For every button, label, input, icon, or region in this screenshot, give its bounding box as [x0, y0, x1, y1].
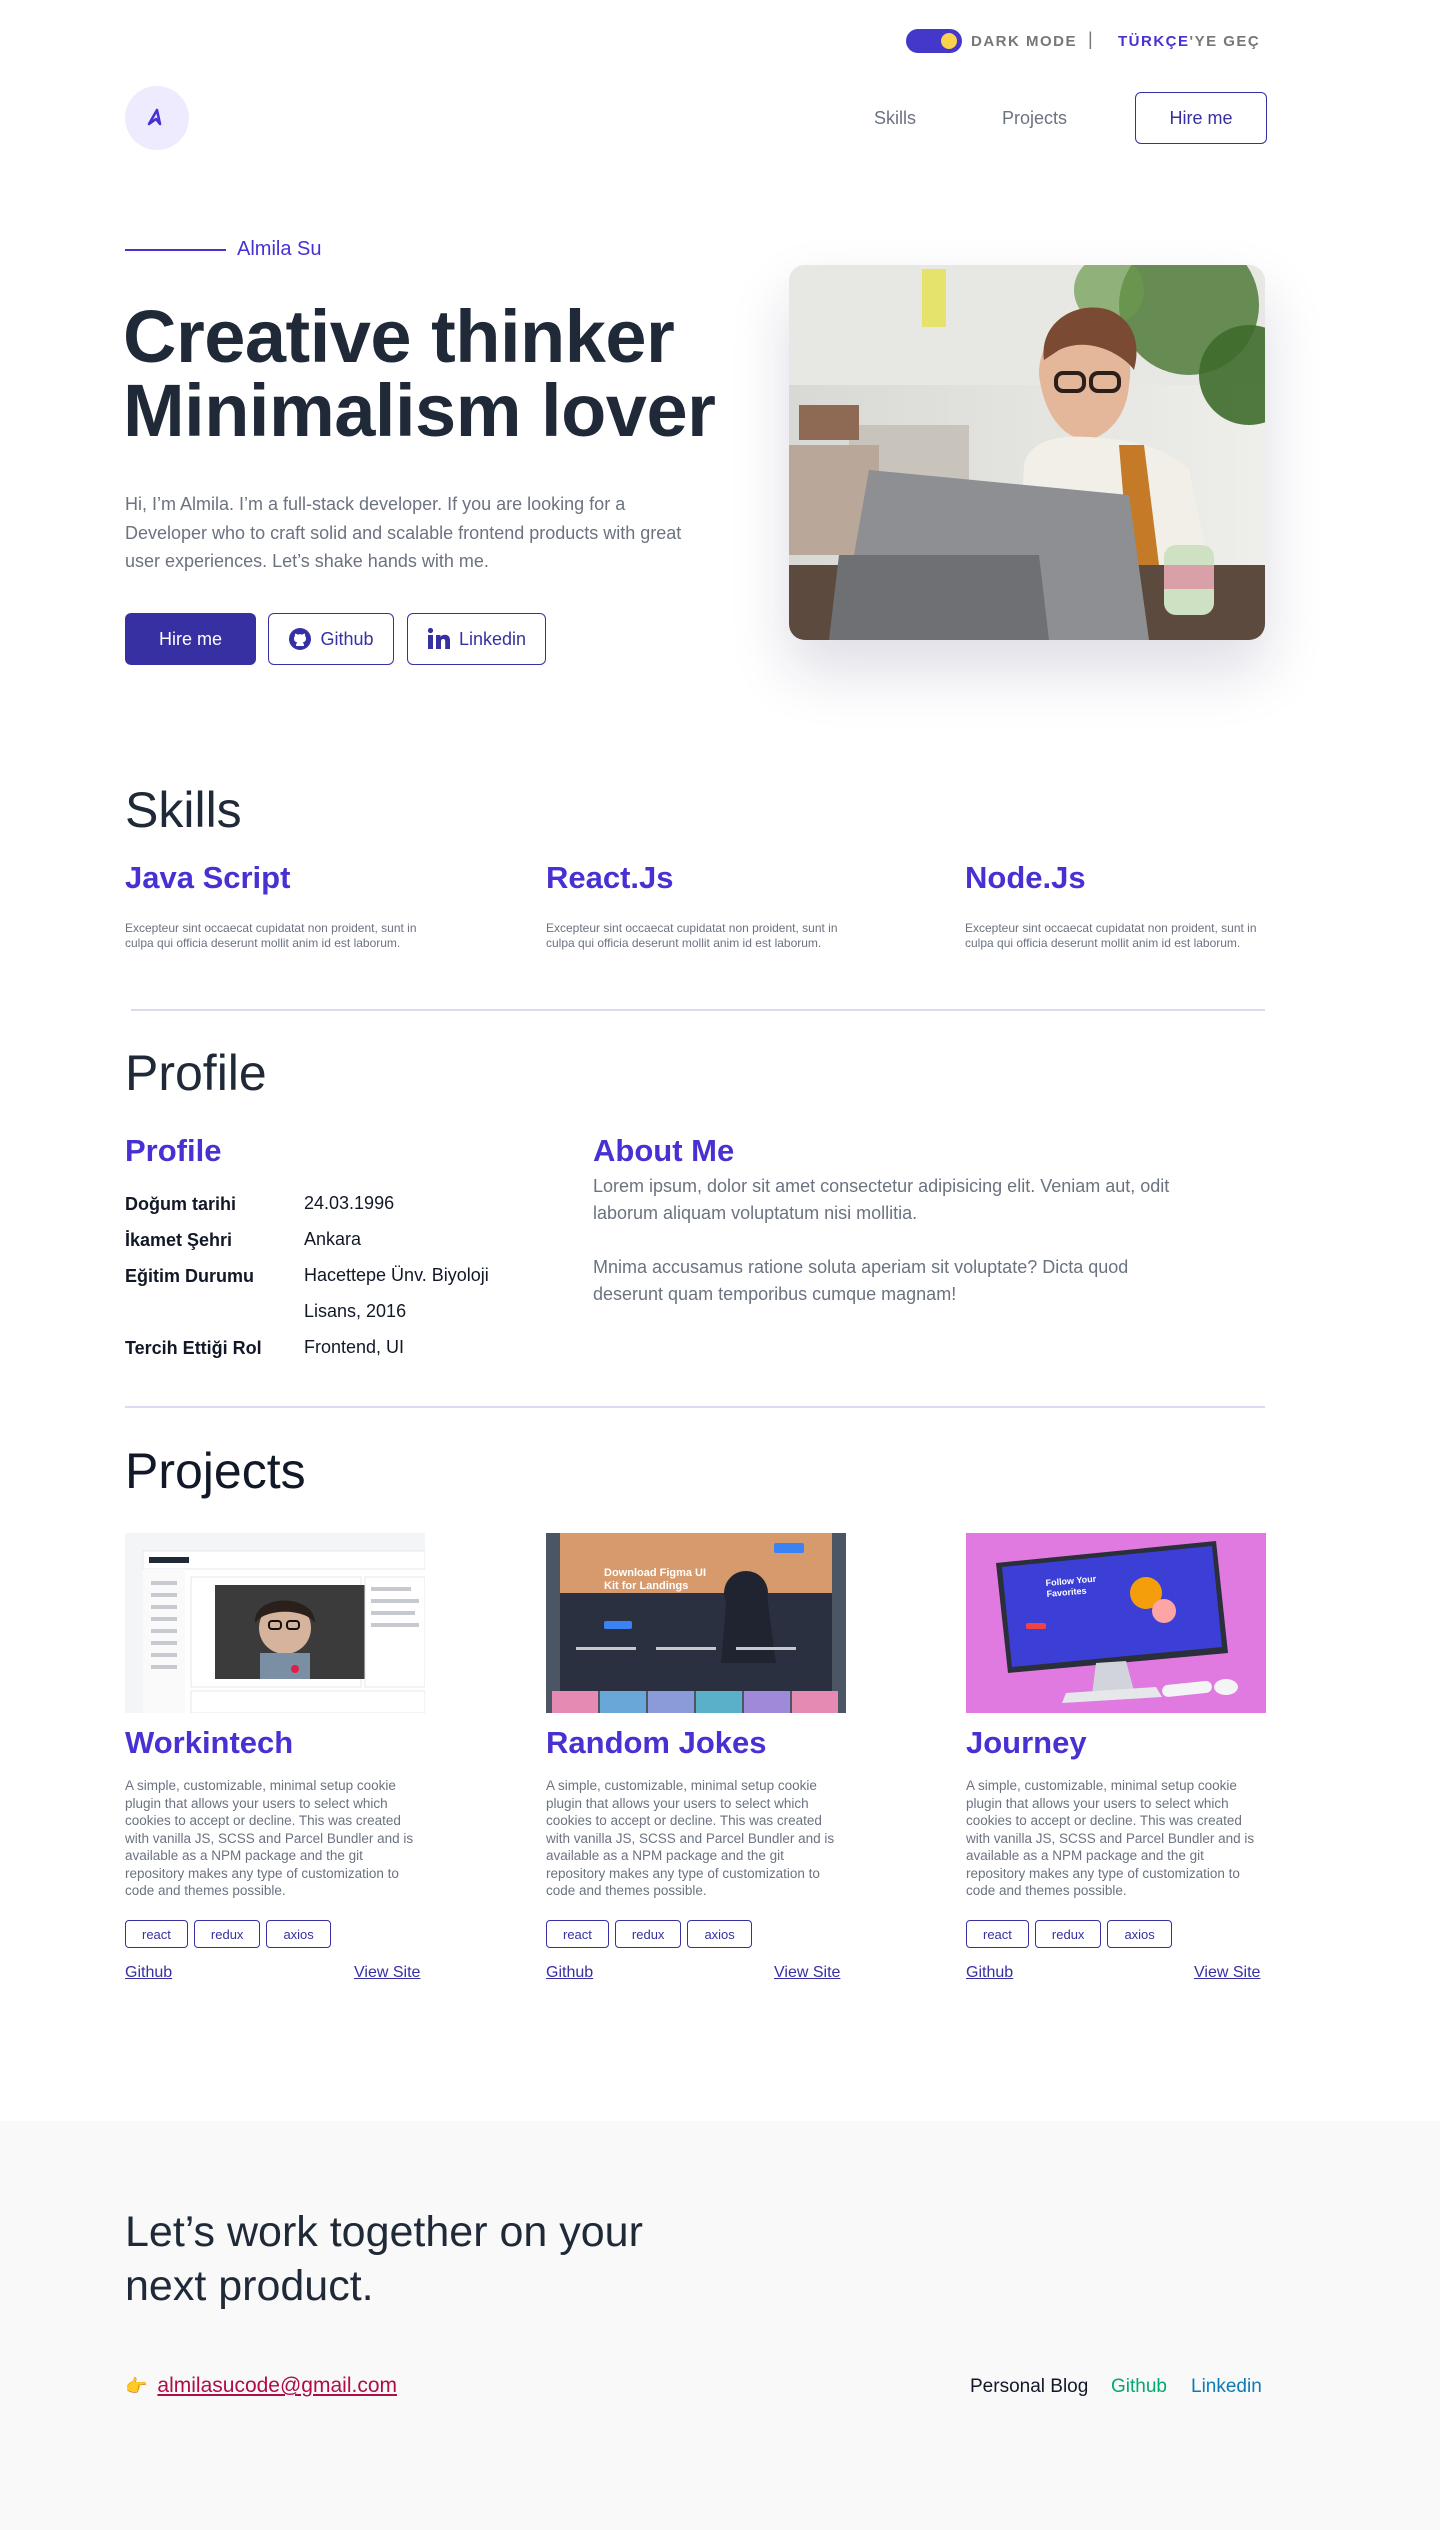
profile-value-education: Hacettepe Ünv. Biyoloji Lisans, 2016	[304, 1265, 489, 1321]
profile-label-education: Eğitim Durumu	[125, 1266, 254, 1286]
project-image	[125, 1533, 425, 1713]
about-paragraph-2: Mnima accusamus ratione soluta aperiam s…	[593, 1257, 1129, 1304]
github-button-label: Github	[320, 628, 374, 649]
project-tag: react	[125, 1920, 188, 1948]
project-tag: redux	[193, 1920, 261, 1948]
about-text: Lorem ipsum, dolor sit amet consectetur …	[593, 1173, 1173, 1308]
project-github-link[interactable]: Github	[546, 1964, 593, 1982]
skill-description: Excepteur sint occaecat cupidatat non pr…	[125, 921, 417, 950]
section-divider	[125, 1406, 1265, 1408]
profile-value-role: Frontend, UI	[304, 1337, 405, 1357]
footer-github-link[interactable]: Github	[1111, 2376, 1167, 2398]
nav-skills-link[interactable]: Skills	[874, 108, 916, 129]
profile-heading: Profile	[125, 1045, 267, 1101]
dark-mode-toggle[interactable]	[906, 29, 962, 53]
logo-icon	[147, 108, 162, 126]
profile-value-city: Ankara	[304, 1229, 362, 1249]
skill-description: Excepteur sint occaecat cupidatat non pr…	[965, 921, 1257, 950]
footer-title: Let’s work together on your next product…	[125, 2208, 643, 2310]
project-view-site-link[interactable]: View Site	[774, 1964, 840, 1982]
hero-linkedin-button[interactable]: Linkedin	[407, 613, 546, 665]
topbar-separator: |	[1088, 29, 1093, 49]
profile-label-role: Tercih Ettiği Rol	[125, 1338, 262, 1358]
project-tag: axios	[1107, 1920, 1172, 1948]
hero-photo	[789, 265, 1265, 640]
email-link[interactable]: almilasucode@gmail.com	[157, 2374, 397, 2398]
project-tag: redux	[614, 1920, 682, 1948]
project-screenshot-workintech	[125, 1533, 425, 1713]
linkedin-icon	[427, 627, 450, 649]
footer-linkedin-link[interactable]: Linkedin	[1191, 2376, 1262, 2398]
hero-github-button[interactable]: Github	[268, 613, 394, 665]
project-image: Download Figma UI Kit for Landings	[546, 1533, 846, 1713]
project-description: A simple, customizable, minimal setup co…	[125, 1778, 414, 1898]
profile-label-birthdate: Doğum tarihi	[125, 1194, 236, 1214]
profile-label-city: İkamet Şehri	[125, 1230, 233, 1250]
skill-title: Java Script	[125, 860, 291, 895]
project-tag: axios	[266, 1920, 331, 1948]
project-title: Journey	[966, 1725, 1087, 1760]
language-switch[interactable]: TÜRKÇE'YE GEÇ	[1118, 33, 1260, 50]
hero-title: Creative thinker Minimalism lover	[123, 300, 716, 448]
skill-title: React.Js	[546, 860, 674, 895]
logo[interactable]	[125, 86, 189, 150]
project-tags: react redux axios	[546, 1920, 752, 1948]
linkedin-button-label: Linkedin	[458, 628, 527, 649]
dark-mode-label: DARK MODE	[971, 33, 1077, 50]
skills-heading: Skills	[125, 782, 242, 838]
hero-hire-button[interactable]: Hire me	[125, 613, 256, 665]
project-view-site-link[interactable]: View Site	[354, 1964, 420, 1982]
footer-blog-link[interactable]: Personal Blog	[970, 2376, 1088, 2398]
project-image: Follow Your Favorites	[966, 1533, 1266, 1713]
project-view-site-link[interactable]: View Site	[1194, 1964, 1260, 1982]
project-tag: react	[966, 1920, 1029, 1948]
hero-description: Hi, I’m Almila. I’m a full-stack develop…	[125, 494, 682, 571]
project-image-caption: Download Figma UI Kit for Landings	[604, 1567, 707, 1592]
top-bar: DARK MODE | TÜRKÇE'YE GEÇ	[0, 24, 1440, 60]
about-paragraph-1: Lorem ipsum, dolor sit amet consectetur …	[593, 1176, 1170, 1223]
hero-title-line1: Creative thinker	[123, 295, 675, 378]
language-rest: 'YE GEÇ	[1189, 33, 1261, 50]
project-tag: axios	[687, 1920, 752, 1948]
email-row: 👉 almilasucode@gmail.com	[125, 2374, 397, 2398]
projects-heading: Projects	[125, 1443, 306, 1499]
profile-value-birthdate: 24.03.1996	[304, 1193, 395, 1213]
hero-title-line2: Minimalism lover	[123, 369, 716, 452]
project-screenshot-random-jokes	[546, 1533, 846, 1713]
hero-name-line	[125, 249, 226, 251]
language-accent: TÜRKÇE	[1118, 33, 1190, 50]
project-tag: react	[546, 1920, 609, 1948]
profile-subheading: Profile	[125, 1133, 222, 1168]
project-description: A simple, customizable, minimal setup co…	[966, 1778, 1255, 1898]
section-divider	[131, 1009, 1265, 1011]
project-title: Random Jokes	[546, 1725, 767, 1760]
about-heading: About Me	[593, 1133, 735, 1168]
project-title: Workintech	[125, 1725, 294, 1760]
project-tag: redux	[1034, 1920, 1102, 1948]
skill-description: Excepteur sint occaecat cupidatat non pr…	[546, 921, 838, 950]
hero-photo-illustration	[789, 265, 1265, 640]
project-description: A simple, customizable, minimal setup co…	[546, 1778, 835, 1898]
project-github-link[interactable]: Github	[125, 1964, 172, 1982]
hero-name: Almila Su	[237, 238, 322, 260]
pointing-hand-icon: 👉	[125, 2375, 148, 2396]
project-screenshot-journey	[966, 1533, 1266, 1713]
toggle-knob	[941, 33, 957, 49]
project-github-link[interactable]: Github	[966, 1964, 1013, 1982]
nav-hire-button[interactable]: Hire me	[1135, 92, 1267, 144]
footer	[0, 2121, 1440, 2530]
project-tags: react redux axios	[125, 1920, 331, 1948]
github-icon	[289, 628, 312, 650]
skill-title: Node.Js	[965, 860, 1086, 895]
project-tags: react redux axios	[966, 1920, 1172, 1948]
nav-projects-link[interactable]: Projects	[1002, 108, 1067, 129]
